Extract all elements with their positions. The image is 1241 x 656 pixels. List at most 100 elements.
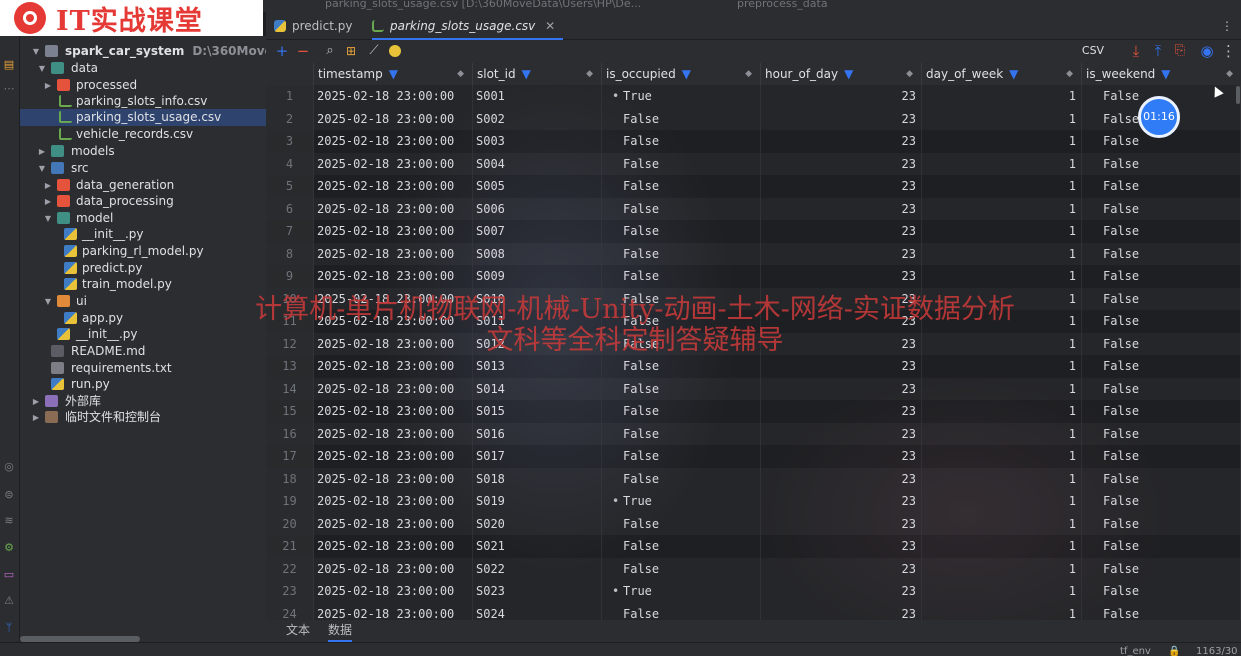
cell-timestamp[interactable]: 2025-02-18 23:00:00 (314, 557, 473, 580)
tab-slots-usage[interactable]: parking_slots_usage.csv ✕ (372, 12, 564, 40)
cell-slot-id[interactable]: S005 (473, 175, 602, 198)
cell-day-of-week[interactable]: 1 (922, 512, 1082, 535)
download-icon[interactable]: ⤓ (1128, 42, 1144, 60)
chevron-right-icon[interactable]: ▶ (31, 393, 41, 410)
cell-timestamp[interactable]: 2025-02-18 23:00:00 (314, 85, 473, 108)
column-header-day-of-week[interactable]: day_of_week ▼ ◆ (922, 63, 1082, 85)
cell-is-occupied[interactable]: False (602, 175, 761, 198)
filter-icon[interactable]: ▼ (682, 67, 691, 81)
cell-slot-id[interactable]: S017 (473, 445, 602, 468)
cell-timestamp[interactable]: 2025-02-18 23:00:00 (314, 220, 473, 243)
cell-hour-of-day[interactable]: 23 (761, 535, 922, 558)
cell-timestamp[interactable]: 2025-02-18 23:00:00 (314, 602, 473, 620)
cell-day-of-week[interactable]: 1 (922, 197, 1082, 220)
cell-is-weekend[interactable]: False (1082, 602, 1241, 620)
tree-item-external-libs[interactable]: ▶ 外部库 (20, 393, 266, 410)
lock-icon[interactable]: 🔒 (1168, 646, 1180, 656)
cell-is-occupied[interactable]: False (602, 422, 761, 445)
terminal-icon[interactable]: ▭ (2, 568, 16, 582)
eye-icon[interactable]: ◉ (1197, 42, 1217, 60)
tree-item-rl-model[interactable]: parking_rl_model.py (20, 243, 266, 260)
cell-hour-of-day[interactable]: 23 (761, 445, 922, 468)
cell-is-weekend[interactable]: False (1082, 197, 1241, 220)
services-icon[interactable]: ⚙ (2, 541, 16, 555)
tree-item-data[interactable]: ▼ data (20, 60, 266, 77)
problems-icon[interactable]: ⚠ (2, 594, 16, 608)
cell-timestamp[interactable]: 2025-02-18 23:00:00 (314, 422, 473, 445)
filter-icon[interactable]: ▼ (1009, 67, 1018, 81)
chevron-down-icon[interactable]: ▼ (37, 160, 47, 177)
cell-timestamp[interactable]: 2025-02-18 23:00:00 (314, 377, 473, 400)
cell-slot-id[interactable]: S021 (473, 535, 602, 558)
cell-is-occupied[interactable]: False (602, 467, 761, 490)
tree-item-models[interactable]: ▶ models (20, 143, 266, 160)
chevron-down-icon[interactable]: ▼ (37, 60, 47, 77)
cell-hour-of-day[interactable]: 23 (761, 377, 922, 400)
cell-day-of-week[interactable]: 1 (922, 85, 1082, 108)
cell-is-occupied[interactable]: False (602, 152, 761, 175)
cell-slot-id[interactable]: S002 (473, 107, 602, 130)
table-row[interactable]: 22 2025-02-18 23:00:00 S022 False 23 1 False (266, 557, 1241, 580)
cell-slot-id[interactable]: S015 (473, 400, 602, 423)
filter-icon[interactable]: ▼ (522, 67, 531, 81)
table-row[interactable]: 7 2025-02-18 23:00:00 S007 False 23 1 False (266, 220, 1241, 243)
python-packages-icon[interactable]: ◎ (2, 460, 16, 474)
cell-slot-id[interactable]: S022 (473, 557, 602, 580)
cell-slot-id[interactable]: S020 (473, 512, 602, 535)
table-row[interactable]: 2 2025-02-18 23:00:00 S002 False 23 1 False (266, 107, 1241, 130)
cell-hour-of-day[interactable]: 23 (761, 400, 922, 423)
cell-timestamp[interactable]: 2025-02-18 23:00:00 (314, 490, 473, 513)
cell-day-of-week[interactable]: 1 (922, 602, 1082, 620)
table-row[interactable]: 15 2025-02-18 23:00:00 S015 False 23 1 False (266, 400, 1241, 423)
cell-day-of-week[interactable]: 1 (922, 557, 1082, 580)
cell-slot-id[interactable]: S003 (473, 130, 602, 153)
cell-day-of-week[interactable]: 1 (922, 535, 1082, 558)
cell-is-weekend[interactable]: False (1082, 220, 1241, 243)
cell-is-weekend[interactable]: False (1082, 557, 1241, 580)
column-header-is-occupied[interactable]: is_occupied ▼ ◆ (602, 63, 761, 85)
cell-day-of-week[interactable]: 1 (922, 467, 1082, 490)
layers-icon[interactable]: ≋ (2, 514, 16, 528)
column-header-timestamp[interactable]: timestamp ▼ ◆ (314, 63, 473, 85)
run-icon[interactable] (389, 45, 401, 57)
table-row[interactable]: 24 2025-02-18 23:00:00 S024 False 23 1 False (266, 602, 1241, 620)
interpreter-label[interactable]: tf_env (1120, 646, 1151, 656)
cell-slot-id[interactable]: S001 (473, 85, 602, 108)
filter-icon[interactable]: ⊞ (343, 42, 359, 60)
row-number[interactable]: 17 (266, 445, 314, 468)
tree-item-src[interactable]: ▼ src (20, 160, 266, 177)
tree-item-vehicle-records[interactable]: vehicle_records.csv (20, 126, 266, 143)
filter-icon[interactable]: ▼ (1161, 67, 1170, 81)
cell-slot-id[interactable]: S016 (473, 422, 602, 445)
close-icon[interactable]: ✕ (545, 19, 555, 33)
cell-timestamp[interactable]: 2025-02-18 23:00:00 (314, 355, 473, 378)
cell-slot-id[interactable]: S008 (473, 242, 602, 265)
sort-icon[interactable]: ◆ (1066, 63, 1073, 85)
cell-timestamp[interactable]: 2025-02-18 23:00:00 (314, 512, 473, 535)
table-row[interactable]: 6 2025-02-18 23:00:00 S006 False 23 1 False (266, 197, 1241, 220)
row-number[interactable]: 9 (266, 265, 314, 288)
row-number[interactable]: 2 (266, 107, 314, 130)
cell-is-occupied[interactable]: False (602, 130, 761, 153)
cell-is-weekend[interactable]: False (1082, 152, 1241, 175)
table-row[interactable]: 19 2025-02-18 23:00:00 S019 • True 23 1 False (266, 490, 1241, 513)
cell-hour-of-day[interactable]: 23 (761, 467, 922, 490)
sort-icon[interactable]: ◆ (906, 63, 913, 85)
cell-is-occupied[interactable]: False (602, 602, 761, 620)
tree-item-run[interactable]: run.py (20, 376, 266, 393)
row-number[interactable]: 15 (266, 400, 314, 423)
table-row[interactable]: 5 2025-02-18 23:00:00 S005 False 23 1 False (266, 175, 1241, 198)
cell-timestamp[interactable]: 2025-02-18 23:00:00 (314, 535, 473, 558)
cell-slot-id[interactable]: S023 (473, 580, 602, 603)
more-vertical-icon[interactable]: ⋮ (1221, 12, 1233, 40)
cell-hour-of-day[interactable]: 23 (761, 175, 922, 198)
tab-predict[interactable]: predict.py (274, 12, 352, 40)
cell-hour-of-day[interactable]: 23 (761, 130, 922, 153)
row-number[interactable]: 20 (266, 512, 314, 535)
cell-is-occupied[interactable]: False (602, 242, 761, 265)
tree-item-predict[interactable]: predict.py (20, 260, 266, 277)
cell-is-occupied[interactable]: • True (602, 580, 761, 603)
cell-hour-of-day[interactable]: 23 (761, 602, 922, 620)
table-row[interactable]: 3 2025-02-18 23:00:00 S003 False 23 1 False (266, 130, 1241, 153)
row-number[interactable]: 18 (266, 467, 314, 490)
